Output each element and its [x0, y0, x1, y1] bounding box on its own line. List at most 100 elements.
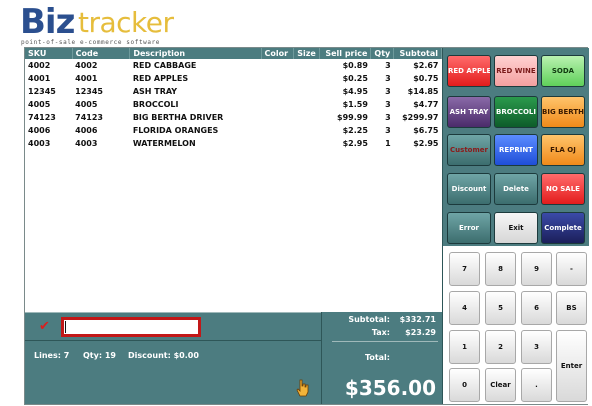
grand-total: $356.00	[344, 376, 436, 400]
cell-size	[294, 72, 320, 85]
cell-color	[261, 124, 294, 137]
key-9[interactable]: 9	[521, 252, 552, 286]
red-wine-button[interactable]: RED WINE	[494, 55, 538, 87]
cell-color	[261, 111, 294, 124]
checkmark-icon: ✔	[39, 319, 50, 334]
lines-count: Lines: 7	[34, 351, 70, 360]
complete-button[interactable]: Complete	[541, 212, 585, 244]
logo-tracker-text: tracker	[78, 6, 174, 39]
cell-color	[261, 137, 294, 150]
cell-code: 4001	[75, 74, 98, 83]
cell-price: $1.59	[342, 100, 368, 109]
reprint-button[interactable]: REPRINT	[494, 134, 538, 166]
key-3[interactable]: 3	[521, 330, 552, 364]
discount-amount: Discount: $0.00	[128, 351, 199, 360]
button-panel: RED APPLE RED WINE SODA ASH TRAY BROCCOL…	[442, 48, 590, 404]
cell-size	[294, 98, 320, 111]
cell-code: 4002	[75, 61, 98, 70]
no-sale-button[interactable]: NO SALE	[541, 173, 585, 205]
cell-code: 4006	[75, 126, 98, 135]
key-0[interactable]: 0	[449, 368, 480, 402]
key-minus[interactable]: -	[556, 252, 587, 286]
cell-size	[294, 85, 320, 98]
cell-qty: 3	[385, 61, 391, 70]
pos-window: SKU Code Description Color Size Sell pri…	[24, 47, 590, 405]
key-1[interactable]: 1	[449, 330, 480, 364]
key-2[interactable]: 2	[485, 330, 516, 364]
key-decimal[interactable]: .	[521, 368, 552, 402]
cell-description: RED CABBAGE	[132, 61, 197, 70]
cell-qty: 3	[385, 87, 391, 96]
qty-count: Qty: 19	[83, 351, 116, 360]
cell-sku: 4006	[28, 126, 51, 135]
cell-color	[261, 59, 294, 72]
cell-price: $2.95	[342, 139, 368, 148]
table-row[interactable]: 4001 4001 RED APPLES $0.25 3 $0.75	[25, 72, 442, 85]
cell-size	[294, 111, 320, 124]
cell-sku: 4002	[28, 61, 51, 70]
key-backspace[interactable]: BS	[556, 291, 587, 325]
discount-button[interactable]: Discount	[447, 173, 491, 205]
item-entry-input[interactable]	[61, 317, 201, 337]
table-row[interactable]: 12345 12345 ASH TRAY $4.95 3 $14.85	[25, 85, 442, 98]
fla-oj-button[interactable]: FLA OJ	[541, 134, 585, 166]
cell-color	[261, 72, 294, 85]
key-clear[interactable]: Clear	[485, 368, 516, 402]
cell-sku: 4001	[28, 74, 51, 83]
soda-button[interactable]: SODA	[541, 55, 585, 87]
table-row[interactable]: 4002 4002 RED CABBAGE $0.89 3 $2.67	[25, 59, 442, 72]
total-label: Total:	[364, 353, 390, 362]
table-row[interactable]: 4006 4006 FLORIDA ORANGES $2.25 3 $6.75	[25, 124, 442, 137]
exit-button[interactable]: Exit	[494, 212, 538, 244]
items-table-header: SKU Code Description Color Size Sell pri…	[25, 48, 442, 59]
header-description: Description	[129, 48, 262, 59]
totals-divider	[332, 341, 438, 342]
key-4[interactable]: 4	[449, 291, 480, 325]
customer-button[interactable]: Customer	[447, 134, 491, 166]
cell-price: $4.95	[342, 87, 368, 96]
text-caret	[65, 321, 66, 333]
cell-subtotal: $2.95	[413, 139, 439, 148]
cell-qty: 3	[385, 113, 391, 122]
delete-button[interactable]: Delete	[494, 173, 538, 205]
big-bertha-button[interactable]: BIG BERTHA	[541, 96, 585, 128]
numeric-keypad: 7 8 9 - 4 5 6 BS 1 2 3 Enter 0 Clear .	[443, 246, 590, 404]
key-6[interactable]: 6	[521, 291, 552, 325]
header-qty: Qty	[370, 48, 395, 59]
header-sell-price: Sell price	[319, 48, 372, 59]
key-enter[interactable]: Enter	[556, 330, 587, 402]
subtotal-label: Subtotal:	[348, 315, 390, 324]
table-row[interactable]: 74123 74123 BIG BERTHA DRIVER $99.99 3 $…	[25, 111, 442, 124]
hand-cursor-icon	[296, 379, 309, 397]
table-row[interactable]: 4005 4005 BROCCOLI $1.59 3 $4.77	[25, 98, 442, 111]
cell-size	[294, 59, 320, 72]
totals-panel: Subtotal: $332.71 Tax: $23.29 Total: $35…	[321, 312, 442, 404]
cell-qty: 3	[385, 126, 391, 135]
cell-color	[261, 98, 294, 111]
table-row[interactable]: 4003 4003 WATERMELON $2.95 1 $2.95	[25, 137, 442, 150]
header-subtotal: Subtotal	[393, 48, 442, 59]
cell-sku: 12345	[28, 87, 56, 96]
header-size: Size	[293, 48, 320, 59]
key-7[interactable]: 7	[449, 252, 480, 286]
tax-value: $23.29	[405, 328, 436, 337]
scan-entry-bar: ✔	[25, 312, 321, 340]
cell-subtotal: $299.97	[402, 113, 439, 122]
cell-color	[261, 85, 294, 98]
cell-description: ASH TRAY	[132, 87, 178, 96]
broccoli-button[interactable]: BROCCOLI	[494, 96, 538, 128]
logo-tagline: point-of-sale e-commerce software	[21, 39, 161, 46]
cell-description: BROCCOLI	[132, 100, 179, 109]
cell-description: BIG BERTHA DRIVER	[132, 113, 224, 122]
ash-tray-button[interactable]: ASH TRAY	[447, 96, 491, 128]
cell-code: 12345	[75, 87, 103, 96]
key-8[interactable]: 8	[485, 252, 516, 286]
cell-sku: 4003	[28, 139, 51, 148]
key-5[interactable]: 5	[485, 291, 516, 325]
error-button[interactable]: Error	[447, 212, 491, 244]
cell-code: 4003	[75, 139, 98, 148]
cell-subtotal: $14.85	[407, 87, 439, 96]
cell-size	[294, 137, 320, 150]
cell-price: $2.25	[342, 126, 368, 135]
red-apple-button[interactable]: RED APPLE	[447, 55, 491, 87]
